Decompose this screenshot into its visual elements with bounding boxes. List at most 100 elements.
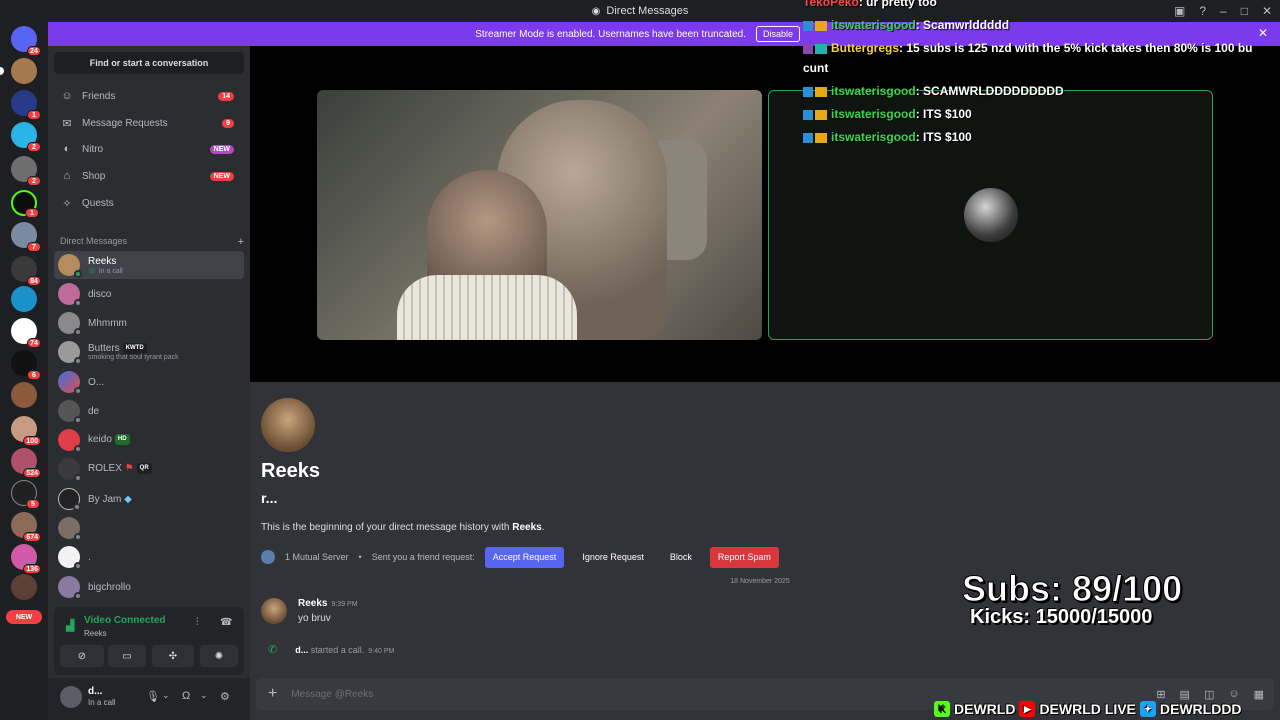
- activities-button[interactable]: ✣: [152, 645, 194, 667]
- mic-icon[interactable]: 🎙︎: [146, 690, 160, 703]
- home-server-icon[interactable]: 24: [11, 26, 41, 56]
- dm-name: O...: [88, 376, 105, 388]
- apps-icon[interactable]: ▦: [1254, 688, 1264, 701]
- new-servers-pill[interactable]: NEW: [6, 610, 42, 624]
- user-avatar[interactable]: [60, 686, 82, 708]
- dm-item-mhmmm[interactable]: Mhmmm: [54, 309, 244, 337]
- server-icon[interactable]: 2: [11, 156, 41, 186]
- server-icon[interactable]: [11, 286, 37, 312]
- add-attachment-icon[interactable]: +: [268, 685, 277, 703]
- nav-quests[interactable]: ✧ Quests: [54, 191, 244, 215]
- server-tag: QR: [136, 463, 152, 475]
- dm-item-dot[interactable]: .: [54, 543, 244, 571]
- soundboard-button[interactable]: ✺: [200, 645, 238, 667]
- server-icon[interactable]: 2: [11, 122, 41, 152]
- profile-name: Reeks: [261, 460, 320, 482]
- block-button[interactable]: Block: [662, 547, 700, 568]
- user-status: In a call: [88, 698, 116, 707]
- camera-off-icon: ⊘: [77, 650, 87, 662]
- message-input[interactable]: Message @Reeks: [291, 689, 373, 700]
- accept-request-button[interactable]: Accept Request: [484, 546, 565, 568]
- server-icon[interactable]: [11, 574, 37, 600]
- nav-message-requests[interactable]: ✉ Message Requests 9: [54, 111, 244, 135]
- dm-item-by-jam[interactable]: By Jam ◆: [54, 485, 244, 513]
- find-conversation-button[interactable]: Find or start a conversation: [54, 52, 244, 74]
- message-time: 9:39 PM: [331, 601, 358, 608]
- call-author[interactable]: d...: [295, 645, 308, 655]
- disable-streamer-button[interactable]: Disable: [755, 26, 800, 42]
- profile-avatar[interactable]: [261, 398, 315, 452]
- server-badge: 1: [25, 208, 39, 218]
- social-handle: DEWRLD: [954, 701, 1016, 717]
- dm-item-rolex[interactable]: ROLEX ⚑ QR: [54, 455, 244, 483]
- server-icon[interactable]: [0, 58, 37, 84]
- create-dm-icon[interactable]: +: [238, 236, 244, 248]
- dm-item-reeks[interactable]: Reeks ☏ In a call: [54, 251, 244, 279]
- chevron-down-icon[interactable]: ⌄: [162, 690, 170, 701]
- server-icon[interactable]: 100: [11, 416, 41, 446]
- server-tag: HD: [114, 434, 130, 446]
- headphones-icon[interactable]: Ω: [182, 690, 190, 702]
- server-icon[interactable]: 74: [11, 318, 41, 348]
- camera-off-button[interactable]: ⊘: [60, 645, 104, 667]
- dm-item-unnamed[interactable]: [54, 514, 244, 542]
- server-icon[interactable]: 7: [11, 222, 41, 252]
- screen-share-button[interactable]: ▭: [108, 645, 146, 667]
- friend-request-row: 1 Mutual Server • Sent you a friend requ…: [261, 546, 779, 568]
- nav-nitro[interactable]: ◐ Nitro NEW: [54, 137, 244, 161]
- server-icon[interactable]: 84: [11, 256, 41, 286]
- message-author[interactable]: Reeks: [298, 598, 327, 609]
- participant-avatar: [964, 188, 1018, 242]
- nitro-new-badge: NEW: [209, 144, 234, 154]
- server-icon[interactable]: 6: [11, 350, 41, 380]
- gear-icon[interactable]: ⚙: [220, 690, 230, 703]
- video-tile-stream[interactable]: [317, 90, 762, 340]
- server-icon[interactable]: 524: [11, 448, 41, 478]
- server-icon[interactable]: 1: [11, 90, 41, 120]
- nav-shop[interactable]: ⌂ Shop NEW: [54, 164, 244, 188]
- dm-name: ROLEX: [88, 463, 122, 475]
- chat-line: Buttergregs: 15 subs is 125 nzd with the…: [803, 41, 1280, 55]
- nav-label: Shop: [82, 170, 106, 182]
- twitter-icon: ✦: [1139, 701, 1156, 717]
- nav-friends[interactable]: ☺ Friends 14: [54, 84, 244, 108]
- mutual-server-icon[interactable]: [261, 550, 275, 564]
- call-time: 9:40 PM: [368, 648, 395, 655]
- chevron-down-icon[interactable]: ⌄: [200, 690, 208, 701]
- dm-item-keido[interactable]: keido HD: [54, 426, 244, 454]
- message-avatar[interactable]: [261, 598, 287, 624]
- kick-server-icon[interactable]: 1: [11, 190, 39, 218]
- avatar: [58, 341, 82, 365]
- dm-item-butters[interactable]: Butters KWTD smoking that soul tyrant pac…: [54, 338, 244, 366]
- dm-item-disco[interactable]: disco: [54, 280, 244, 308]
- voice-status-label[interactable]: Video Connected: [84, 615, 166, 626]
- social-handles: K DEWRLD ▶ DEWRLD LIVE ✦ DEWRLDDD: [934, 699, 1242, 719]
- voice-channel-label[interactable]: Reeks: [84, 629, 107, 638]
- avatar: [58, 283, 82, 307]
- user-name[interactable]: d...: [88, 686, 102, 697]
- chat-line: itswaterisgood: Scamwrlddddd: [803, 18, 1280, 32]
- mutual-servers-link[interactable]: 1 Mutual Server: [285, 552, 349, 562]
- report-spam-button[interactable]: Report Spam: [709, 546, 779, 568]
- dm-history-intro: This is the beginning of your direct mes…: [261, 522, 545, 533]
- disconnect-icon[interactable]: ☎: [220, 617, 232, 628]
- ignore-request-button[interactable]: Ignore Request: [574, 547, 652, 568]
- dm-item-bigchrollo[interactable]: bigchrollo: [54, 573, 244, 601]
- noise-suppression-icon[interactable]: ⫶: [196, 617, 199, 628]
- soundboard-icon: ✺: [214, 650, 224, 662]
- profile-handle: r...: [261, 490, 278, 506]
- server-icon[interactable]: 674: [11, 512, 41, 542]
- window-title: ◉ Direct Messages: [592, 5, 689, 17]
- voice-tile-speaking[interactable]: [768, 90, 1213, 340]
- dm-item-de[interactable]: de: [54, 397, 244, 425]
- message-text: yo bruv: [298, 613, 331, 624]
- server-icon[interactable]: [11, 382, 37, 408]
- nav-label: Nitro: [82, 143, 104, 155]
- chat-line: itswaterisgood: ITS $100: [803, 130, 1280, 144]
- server-icon[interactable]: 136: [11, 544, 41, 574]
- dm-item-o[interactable]: O...: [54, 368, 244, 396]
- chat-line: cunt: [803, 61, 829, 75]
- server-icon[interactable]: 5: [11, 480, 40, 509]
- avatar: [58, 254, 82, 278]
- kick-icon: K: [934, 701, 950, 717]
